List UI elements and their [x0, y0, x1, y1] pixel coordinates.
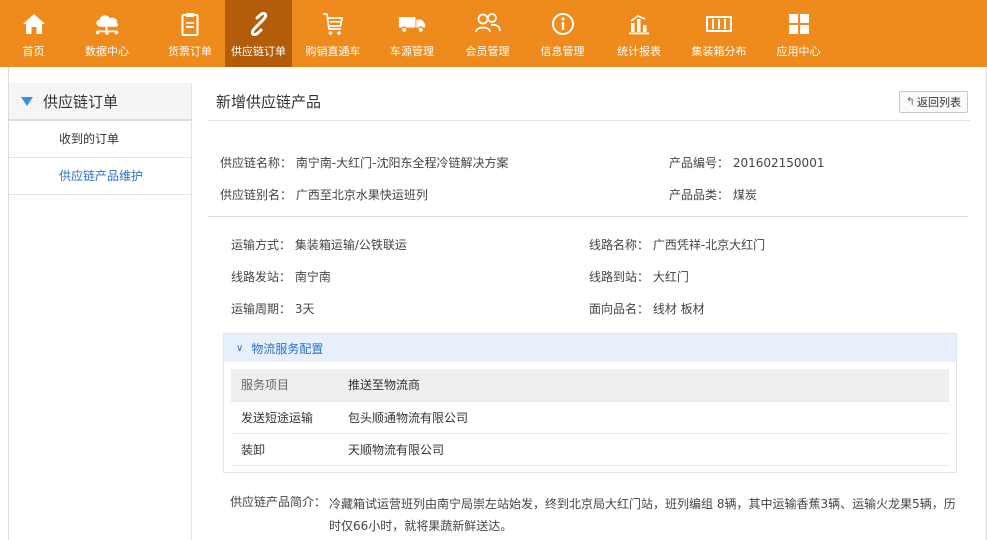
- nav-label: 信息管理: [540, 45, 585, 58]
- product-code-value: 201602150001: [732, 156, 825, 170]
- chain-alias-value: 广西至北京水果快运班列: [295, 188, 428, 202]
- container-icon: [705, 11, 733, 37]
- main-panel: 新增供应链产品 ↰ 返回列表: [208, 83, 970, 121]
- product-intro-label: 供应链产品简介：: [230, 495, 327, 509]
- target-products-field: 面向品名： 线材 板材: [589, 300, 705, 317]
- logistics-config-panel: ∨ 物流服务配置 服务项目 推送至物流商 发送短途运输 包头顺通物流有限公司 装…: [223, 333, 957, 473]
- logistics-config-header[interactable]: ∨ 物流服务配置: [224, 334, 956, 362]
- destination-station-value: 大红门: [652, 270, 689, 284]
- nav-member-management[interactable]: 会员管理: [450, 0, 525, 67]
- nav-label: 购销直通车: [305, 45, 361, 58]
- provider-cell: 天顺物流有限公司: [338, 433, 949, 466]
- nav-freight-orders[interactable]: 货票订单: [155, 0, 225, 67]
- service-item-cell: 装卸: [231, 433, 338, 466]
- nav-purchase-sales[interactable]: 购销直通车: [292, 0, 374, 67]
- product-code-label: 产品编号：: [669, 156, 730, 170]
- nav-label: 车源管理: [390, 45, 434, 58]
- cart-icon: [319, 11, 347, 37]
- back-to-list-button[interactable]: ↰ 返回列表: [898, 90, 968, 113]
- nav-label: 首页: [22, 45, 45, 58]
- return-arrow-icon: ↰: [905, 95, 915, 108]
- column-header: 推送至物流商: [338, 369, 949, 402]
- nav-label: 集装箱分布: [691, 45, 747, 58]
- back-button-label: 返回列表: [917, 95, 961, 109]
- cloud-data-icon: [93, 11, 121, 37]
- bar-chart-icon: [625, 11, 653, 37]
- product-code-field: 产品编号： 201602150001: [669, 154, 824, 171]
- truck-icon: [398, 11, 426, 37]
- chain-name-value: 南宁南-大红门-沈阳东全程冷链解决方案: [295, 156, 509, 170]
- chain-name-field: 供应链名称： 南宁南-大红门-沈阳东全程冷链解决方案: [220, 154, 509, 171]
- page-header: 新增供应链产品 ↰ 返回列表: [208, 83, 970, 121]
- route-name-field: 线路名称： 广西凭祥-北京大红门: [589, 236, 765, 253]
- service-item-cell: 发送短途运输: [231, 401, 338, 434]
- route-name-label: 线路名称：: [589, 238, 650, 252]
- link-icon: [245, 11, 273, 37]
- provider-cell: 包头顺通物流有限公司: [338, 401, 949, 434]
- nav-statistics-reports[interactable]: 统计报表: [600, 0, 678, 67]
- nav-home[interactable]: 首页: [0, 0, 67, 67]
- table-header-row: 服务项目 推送至物流商: [231, 369, 949, 402]
- nav-app-center[interactable]: 应用中心: [760, 0, 837, 67]
- nav-container-distribution[interactable]: 集装箱分布: [678, 0, 760, 67]
- transport-mode-value: 集装箱运输/公铁联运: [294, 238, 407, 252]
- origin-station-label: 线路发站：: [231, 270, 292, 284]
- nav-label: 货票订单: [168, 45, 212, 58]
- target-products-label: 面向品名：: [589, 302, 650, 316]
- origin-station-value: 南宁南: [294, 270, 331, 284]
- destination-station-field: 线路到站： 大红门: [589, 268, 689, 285]
- sidebar-title: 供应链订单: [43, 92, 119, 111]
- product-category-value: 煤炭: [732, 188, 757, 202]
- home-icon: [20, 11, 48, 37]
- transport-mode-field: 运输方式： 集装箱运输/公铁联运: [231, 236, 407, 253]
- info-icon: [549, 11, 577, 37]
- clipboard-icon: [176, 11, 204, 37]
- top-nav: 首页 数据中心 货票订单 供应链订单 购销直通车 车源管理 会员管理 信息管理 …: [0, 0, 987, 67]
- nav-label: 会员管理: [465, 45, 510, 58]
- nav-vehicle-management[interactable]: 车源管理: [374, 0, 450, 67]
- origin-station-field: 线路发站： 南宁南: [231, 268, 331, 285]
- transport-cycle-field: 运输周期： 3天: [231, 300, 314, 317]
- transport-cycle-value: 3天: [294, 302, 315, 316]
- chevron-down-icon: ∨: [236, 342, 244, 354]
- nav-supply-chain-orders[interactable]: 供应链订单: [225, 0, 292, 67]
- chain-alias-label: 供应链别名：: [220, 188, 293, 202]
- target-products-value: 线材 板材: [652, 302, 705, 316]
- nav-label: 应用中心: [776, 45, 821, 58]
- route-name-value: 广西凭祥-北京大红门: [652, 238, 766, 252]
- logistics-config-title: 物流服务配置: [251, 341, 324, 356]
- chain-alias-field: 供应链别名： 广西至北京水果快运班列: [220, 186, 428, 203]
- product-category-field: 产品品类： 煤炭: [669, 186, 757, 203]
- transport-cycle-label: 运输周期：: [231, 302, 292, 316]
- table-row: 装卸 天顺物流有限公司: [231, 433, 949, 466]
- sidebar-header[interactable]: 供应链订单: [9, 83, 191, 121]
- sidebar: 供应链订单 收到的订单 供应链产品维护: [9, 83, 191, 195]
- section-divider: [208, 216, 968, 217]
- destination-station-label: 线路到站：: [589, 270, 650, 284]
- product-intro-text: 冷藏箱试运营班列由南宁局崇左站始发，终到北京局大红门站，班列编组 8辆，其中运输…: [329, 497, 956, 533]
- sidebar-item-received-orders[interactable]: 收到的订单: [9, 121, 191, 158]
- product-category-label: 产品品类：: [669, 188, 730, 202]
- table-row: 发送短途运输 包头顺通物流有限公司: [231, 401, 949, 434]
- page-title: 新增供应链产品: [216, 93, 322, 111]
- nav-info-management[interactable]: 信息管理: [525, 0, 600, 67]
- chain-name-label: 供应链名称：: [220, 156, 293, 170]
- members-icon: [474, 11, 502, 37]
- sidebar-item-product-maintenance[interactable]: 供应链产品维护: [9, 158, 191, 195]
- sidebar-divider: [191, 83, 192, 540]
- column-header: 服务项目: [231, 369, 338, 402]
- nav-label: 供应链订单: [231, 45, 286, 58]
- transport-mode-label: 运输方式：: [231, 238, 292, 252]
- nav-data-center[interactable]: 数据中心: [67, 0, 147, 67]
- triangle-down-icon: [21, 96, 33, 106]
- logistics-table: 服务项目 推送至物流商 发送短途运输 包头顺通物流有限公司 装卸 天顺物流有限公…: [231, 369, 949, 466]
- nav-label: 统计报表: [617, 45, 661, 58]
- grid-icon: [785, 11, 813, 37]
- nav-label: 数据中心: [85, 45, 129, 58]
